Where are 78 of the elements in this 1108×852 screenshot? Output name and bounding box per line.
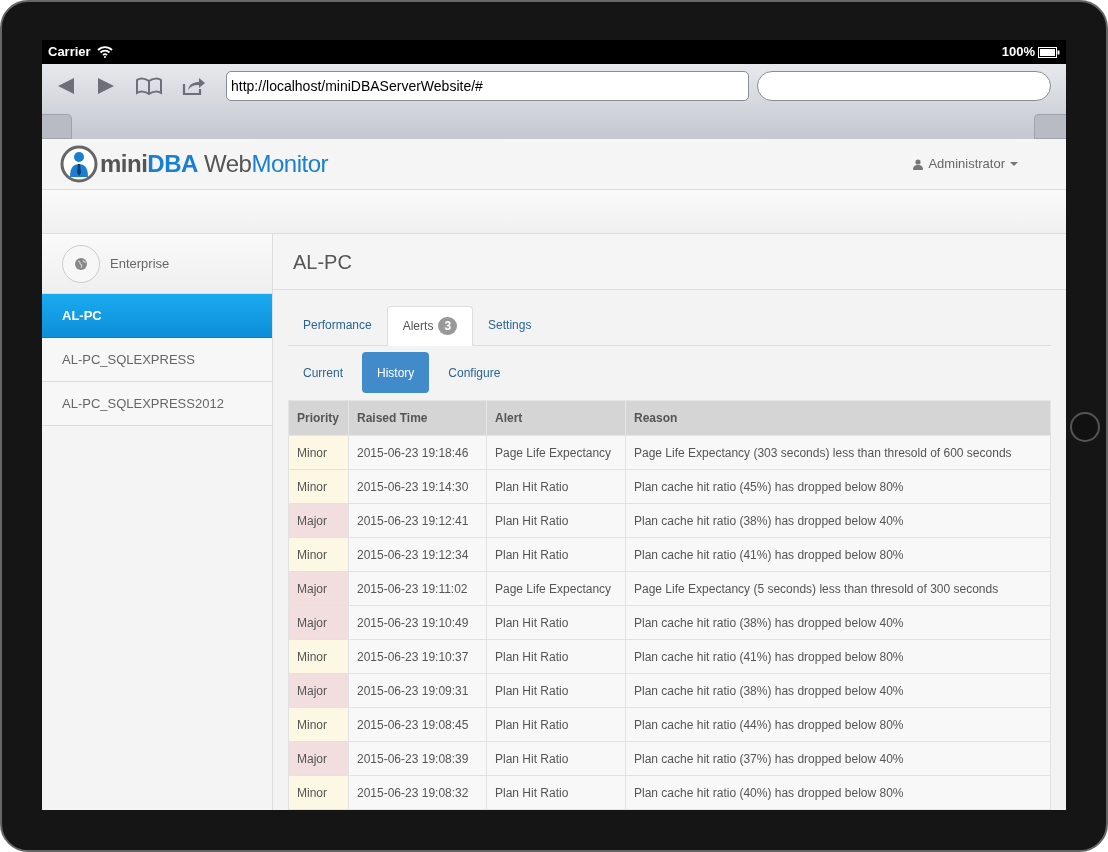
wifi-icon — [96, 46, 113, 58]
table-cell: Plan cache hit ratio (40%) has dropped below 80% — [625, 775, 1051, 810]
column-header: Reason — [625, 400, 1051, 436]
home-button[interactable] — [1070, 412, 1100, 442]
search-field[interactable] — [757, 71, 1051, 101]
table-cell: Plan Hit Ratio — [486, 673, 626, 708]
table-cell: Plan Hit Ratio — [486, 469, 626, 504]
table-cell: 2015-06-23 19:11:02 — [348, 571, 487, 606]
table-cell: Plan Hit Ratio — [486, 707, 626, 742]
table-cell: 2015-06-23 19:10:49 — [348, 605, 487, 640]
priority-cell: Major — [288, 605, 349, 640]
column-header: Priority — [288, 400, 349, 436]
tab-bar-left — [42, 114, 72, 139]
table-cell: 2015-06-23 19:09:31 — [348, 673, 487, 708]
logo-text: miniDBA WebMonitor — [100, 149, 328, 179]
table-cell: 2015-06-23 19:08:32 — [348, 775, 487, 810]
table-cell: 2015-06-23 19:12:41 — [348, 503, 487, 538]
logo-icon — [60, 145, 98, 183]
user-menu[interactable]: Administrator — [913, 154, 1018, 174]
table-cell: 2015-06-23 19:08:39 — [348, 741, 487, 776]
book-icon[interactable] — [136, 77, 162, 95]
table-cell: Plan cache hit ratio (44%) has dropped below 80% — [625, 707, 1051, 742]
table-cell: Plan Hit Ratio — [486, 741, 626, 776]
page-title: AL-PC — [293, 249, 352, 275]
table-cell: Plan cache hit ratio (41%) has dropped below 80% — [625, 537, 1051, 572]
user-icon — [913, 158, 924, 170]
table-cell: Plan Hit Ratio — [486, 639, 626, 674]
pill-tab[interactable]: History — [362, 352, 430, 393]
enterprise-label: Enterprise — [110, 254, 170, 273]
url-field[interactable]: http://localhost/miniDBAServerWebsite/# — [226, 71, 749, 101]
battery-label: 100% — [1001, 43, 1035, 62]
priority-cell: Major — [288, 673, 349, 708]
table-cell: Plan cache hit ratio (37%) has dropped below 40% — [625, 741, 1051, 776]
table-cell: 2015-06-23 19:14:30 — [348, 469, 487, 504]
priority-cell: Major — [288, 741, 349, 776]
table-cell: Plan cache hit ratio (38%) has dropped below 40% — [625, 673, 1051, 708]
table-cell: 2015-06-23 19:10:37 — [348, 639, 487, 674]
forward-icon[interactable] — [96, 77, 116, 95]
table-cell: Plan Hit Ratio — [486, 605, 626, 640]
priority-cell: Minor — [288, 707, 349, 742]
column-header: Raised Time — [348, 400, 487, 436]
battery-icon — [1038, 46, 1060, 58]
pill-tab[interactable]: Configure — [433, 352, 516, 393]
priority-cell: Minor — [288, 435, 349, 470]
column-header: Alert — [486, 400, 626, 436]
tab-bar-right — [1034, 114, 1066, 139]
count-badge: 3 — [438, 317, 458, 335]
priority-cell: Major — [288, 503, 349, 538]
table-cell: Plan cache hit ratio (45%) has dropped below 80% — [625, 469, 1051, 504]
table-cell: Page Life Expectancy (303 seconds) less than thresold of 600 seconds — [625, 435, 1051, 470]
sidebar-item[interactable]: AL-PC — [42, 294, 272, 338]
table-cell: Page Life Expectancy — [486, 435, 626, 470]
pill-tab[interactable]: Current — [288, 352, 358, 393]
back-icon[interactable] — [56, 77, 76, 95]
share-icon[interactable] — [182, 76, 206, 96]
table-cell: Plan cache hit ratio (38%) has dropped below 40% — [625, 503, 1051, 538]
priority-cell: Minor — [288, 469, 349, 504]
enterprise-item[interactable]: Enterprise — [42, 234, 272, 294]
table-cell: Plan cache hit ratio (41%) has dropped below 80% — [625, 639, 1051, 674]
priority-cell: Minor — [288, 537, 349, 572]
tab[interactable]: Performance — [288, 305, 387, 345]
table-cell: Page Life Expectancy (5 seconds) less than thresold of 300 seconds — [625, 571, 1051, 606]
table-cell: 2015-06-23 19:18:46 — [348, 435, 487, 470]
carrier-label: Carrier — [48, 43, 91, 62]
priority-cell: Minor — [288, 775, 349, 810]
table-cell: 2015-06-23 19:08:45 — [348, 707, 487, 742]
table-cell: Page Life Expectancy — [486, 571, 626, 606]
table-cell: 2015-06-23 19:12:34 — [348, 537, 487, 572]
table-cell: Plan cache hit ratio (38%) has dropped below 40% — [625, 605, 1051, 640]
tab[interactable]: Settings — [473, 305, 547, 345]
tab[interactable]: Alerts 3 — [386, 306, 474, 346]
table-cell: Plan Hit Ratio — [486, 537, 626, 572]
priority-cell: Minor — [288, 639, 349, 674]
table-cell: Plan Hit Ratio — [486, 503, 626, 538]
caret-icon — [1010, 161, 1018, 167]
globe-icon — [62, 244, 100, 283]
table-cell: Plan Hit Ratio — [486, 775, 626, 810]
priority-cell: Major — [288, 571, 349, 606]
